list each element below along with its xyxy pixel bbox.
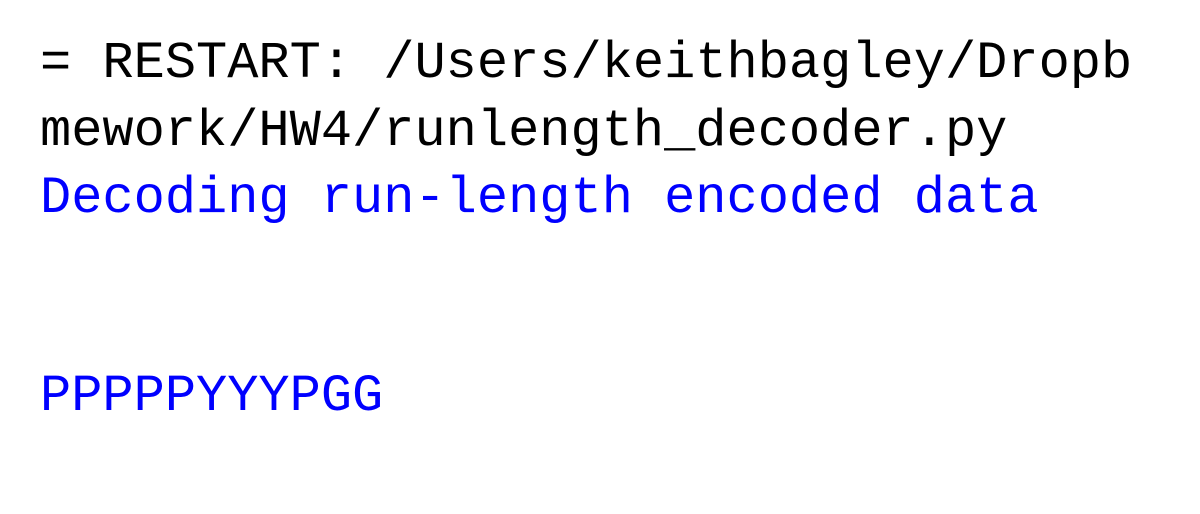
output-result-line: PPPPPYYYPGG xyxy=(40,363,1160,431)
output-message: Decoding run-length encoded data xyxy=(40,169,1039,228)
restart-prefix: = RESTART: xyxy=(40,34,383,93)
blank-spacer xyxy=(40,233,1160,363)
restart-line-1: = RESTART: /Users/keithbagley/Dropb xyxy=(40,30,1160,98)
output-message-line: Decoding run-length encoded data xyxy=(40,165,1160,233)
restart-line-2: mework/HW4/runlength_decoder.py xyxy=(40,98,1160,166)
output-result: PPPPPYYYPGG xyxy=(40,367,383,426)
restart-path-part2: mework/HW4/runlength_decoder.py xyxy=(40,102,1007,161)
restart-path-part1: /Users/keithbagley/Dropb xyxy=(383,34,1132,93)
